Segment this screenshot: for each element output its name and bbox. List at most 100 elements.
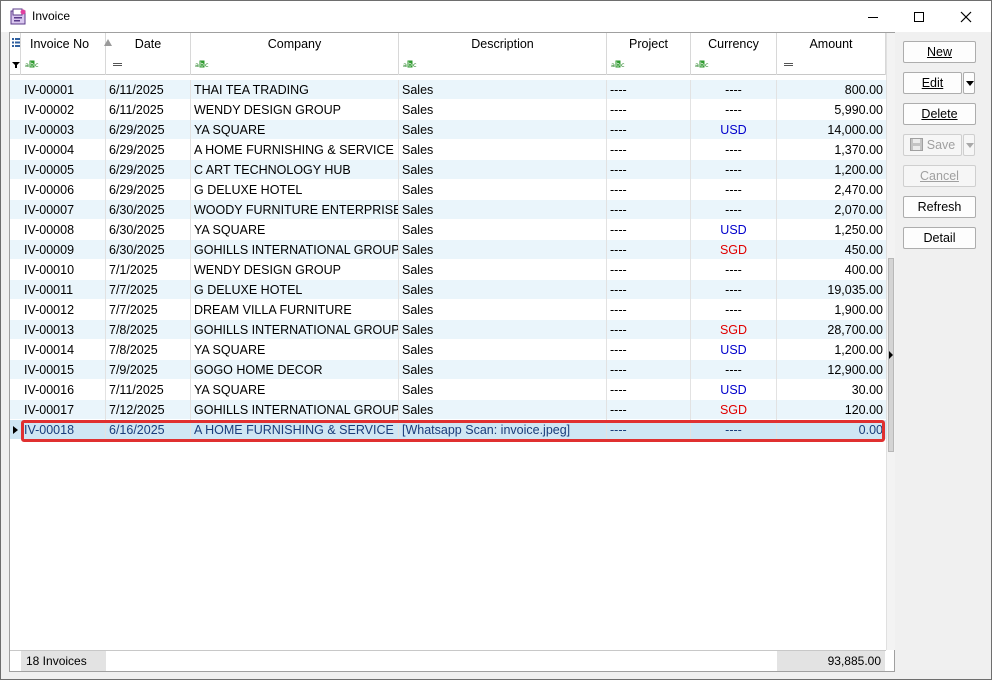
table-row[interactable]: IV-00013 7/8/2025 GOHILLS INTERNATIONAL GR… xyxy=(10,320,886,340)
table-row[interactable]: IV-00012 7/7/2025 DREAM VILLA FURNITURE Sal… xyxy=(10,300,886,320)
cell-no[interactable]: IV-00007 xyxy=(21,200,106,220)
cell-no[interactable]: IV-00011 xyxy=(21,280,106,300)
cell-date[interactable]: 6/30/2025 xyxy=(106,200,191,220)
cell-date[interactable]: 6/29/2025 xyxy=(106,160,191,180)
cell-no[interactable]: IV-00018 xyxy=(21,420,106,440)
table-row[interactable]: IV-00011 7/7/2025 G DELUXE HOTEL Sales ---- -… xyxy=(10,280,886,300)
cell-currency[interactable]: ---- xyxy=(691,160,777,180)
cell-no[interactable]: IV-00010 xyxy=(21,260,106,280)
new-button[interactable]: New xyxy=(903,41,976,63)
cell-desc[interactable]: Sales xyxy=(399,340,607,360)
cell-date[interactable]: 6/30/2025 xyxy=(106,220,191,240)
column-header-project[interactable]: Project a b c xyxy=(607,33,691,75)
cell-company[interactable]: THAI TEA TRADING xyxy=(191,80,399,100)
cell-date[interactable]: 6/11/2025 xyxy=(106,80,191,100)
cell-currency[interactable]: USD xyxy=(691,380,777,400)
table-row[interactable]: IV-00001 6/11/2025 THAI TEA TRADING Sales --… xyxy=(10,80,886,100)
table-row[interactable]: IV-00003 6/29/2025 YA SQUARE Sales ---- USD 14… xyxy=(10,120,886,140)
cell-no[interactable]: IV-00002 xyxy=(21,100,106,120)
cell-company[interactable]: YA SQUARE xyxy=(191,380,399,400)
cell-project[interactable]: ---- xyxy=(607,340,691,360)
header-indicator[interactable] xyxy=(10,33,21,75)
cell-desc[interactable]: Sales xyxy=(399,260,607,280)
cell-company[interactable]: WENDY DESIGN GROUP xyxy=(191,100,399,120)
cell-desc[interactable]: Sales xyxy=(399,400,607,420)
cell-company[interactable]: GOHILLS INTERNATIONAL GROUP xyxy=(191,240,399,260)
text-filter-icon[interactable]: abc xyxy=(611,60,625,68)
cell-project[interactable]: ---- xyxy=(607,260,691,280)
cell-project[interactable]: ---- xyxy=(607,120,691,140)
edit-dropdown-button[interactable] xyxy=(963,72,975,94)
table-row[interactable]: IV-00009 6/30/2025 GOHILLS INTERNATIONAL G… xyxy=(10,240,886,260)
text-filter-icon[interactable]: abc xyxy=(195,60,209,68)
cell-amount[interactable]: 1,200.00 xyxy=(777,340,886,360)
cell-desc[interactable]: Sales xyxy=(399,320,607,340)
column-header-date[interactable]: Date xyxy=(106,33,191,75)
table-row[interactable]: IV-00015 7/9/2025 GOGO HOME DECOR Sales ----… xyxy=(10,360,886,380)
cell-company[interactable]: DREAM VILLA FURNITURE xyxy=(191,300,399,320)
save-dropdown-button[interactable] xyxy=(963,134,975,156)
cell-no[interactable]: IV-00004 xyxy=(21,140,106,160)
table-row[interactable]: IV-00007 6/30/2025 WOODY FURNITURE ENTERPR… xyxy=(10,200,886,220)
cell-currency[interactable]: ---- xyxy=(691,100,777,120)
cell-company[interactable]: YA SQUARE xyxy=(191,340,399,360)
detail-button[interactable]: Detail xyxy=(903,227,976,249)
table-row[interactable]: IV-00006 6/29/2025 G DELUXE HOTEL Sales ----… xyxy=(10,180,886,200)
table-row[interactable]: IV-00018 6/16/2025 A HOME FURNISHING & SER… xyxy=(10,420,886,440)
cell-desc[interactable]: Sales xyxy=(399,160,607,180)
cell-company[interactable]: A HOME FURNISHING & SERVICE xyxy=(191,420,399,440)
cell-desc[interactable]: Sales xyxy=(399,380,607,400)
cell-currency[interactable]: ---- xyxy=(691,260,777,280)
column-header-company[interactable]: Company a b c xyxy=(191,33,399,75)
close-button[interactable] xyxy=(943,1,989,32)
cell-currency[interactable]: ---- xyxy=(691,140,777,160)
cell-project[interactable]: ---- xyxy=(607,240,691,260)
cell-no[interactable]: IV-00014 xyxy=(21,340,106,360)
cell-desc[interactable]: Sales xyxy=(399,120,607,140)
table-row[interactable]: IV-00008 6/30/2025 YA SQUARE Sales ---- USD 1,… xyxy=(10,220,886,240)
cell-project[interactable]: ---- xyxy=(607,180,691,200)
cell-amount[interactable]: 1,370.00 xyxy=(777,140,886,160)
cell-project[interactable]: ---- xyxy=(607,100,691,120)
save-button[interactable]: Save xyxy=(903,134,962,156)
cell-no[interactable]: IV-00003 xyxy=(21,120,106,140)
cell-date[interactable]: 6/30/2025 xyxy=(106,240,191,260)
cell-desc[interactable]: Sales xyxy=(399,280,607,300)
cell-amount[interactable]: 1,250.00 xyxy=(777,220,886,240)
cell-date[interactable]: 7/8/2025 xyxy=(106,320,191,340)
column-header-no[interactable]: Invoice No a b c xyxy=(21,33,112,75)
cell-currency[interactable]: SGD xyxy=(691,320,777,340)
cell-no[interactable]: IV-00017 xyxy=(21,400,106,420)
cell-project[interactable]: ---- xyxy=(607,80,691,100)
cell-currency[interactable]: ---- xyxy=(691,280,777,300)
cell-desc[interactable]: Sales xyxy=(399,100,607,120)
cell-amount[interactable]: 30.00 xyxy=(777,380,886,400)
table-row[interactable]: IV-00014 7/8/2025 YA SQUARE Sales ---- USD 1,2… xyxy=(10,340,886,360)
cell-currency[interactable]: ---- xyxy=(691,180,777,200)
cell-date[interactable]: 6/11/2025 xyxy=(106,100,191,120)
cell-amount[interactable]: 28,700.00 xyxy=(777,320,886,340)
cell-desc[interactable]: [Whatsapp Scan: invoice.jpeg] xyxy=(399,420,607,440)
cell-no[interactable]: IV-00009 xyxy=(21,240,106,260)
cell-desc[interactable]: Sales xyxy=(399,360,607,380)
cell-company[interactable]: G DELUXE HOTEL xyxy=(191,180,399,200)
cell-project[interactable]: ---- xyxy=(607,220,691,240)
cell-amount[interactable]: 2,070.00 xyxy=(777,200,886,220)
cell-desc[interactable]: Sales xyxy=(399,80,607,100)
cell-date[interactable]: 7/12/2025 xyxy=(106,400,191,420)
cell-project[interactable]: ---- xyxy=(607,160,691,180)
cell-amount[interactable]: 400.00 xyxy=(777,260,886,280)
cell-date[interactable]: 6/16/2025 xyxy=(106,420,191,440)
delete-button[interactable]: Delete xyxy=(903,103,976,125)
cell-project[interactable]: ---- xyxy=(607,280,691,300)
edit-button[interactable]: Edit xyxy=(903,72,962,94)
cell-amount[interactable]: 19,035.00 xyxy=(777,280,886,300)
cell-company[interactable]: GOGO HOME DECOR xyxy=(191,360,399,380)
text-filter-icon[interactable]: abc xyxy=(403,60,417,68)
text-filter-icon[interactable]: abc xyxy=(25,60,39,68)
cell-currency[interactable]: SGD xyxy=(691,240,777,260)
cell-no[interactable]: IV-00005 xyxy=(21,160,106,180)
cell-currency[interactable]: ---- xyxy=(691,300,777,320)
refresh-button[interactable]: Refresh xyxy=(903,196,976,218)
cell-company[interactable]: WOODY FURNITURE ENTERPRISE xyxy=(191,200,399,220)
